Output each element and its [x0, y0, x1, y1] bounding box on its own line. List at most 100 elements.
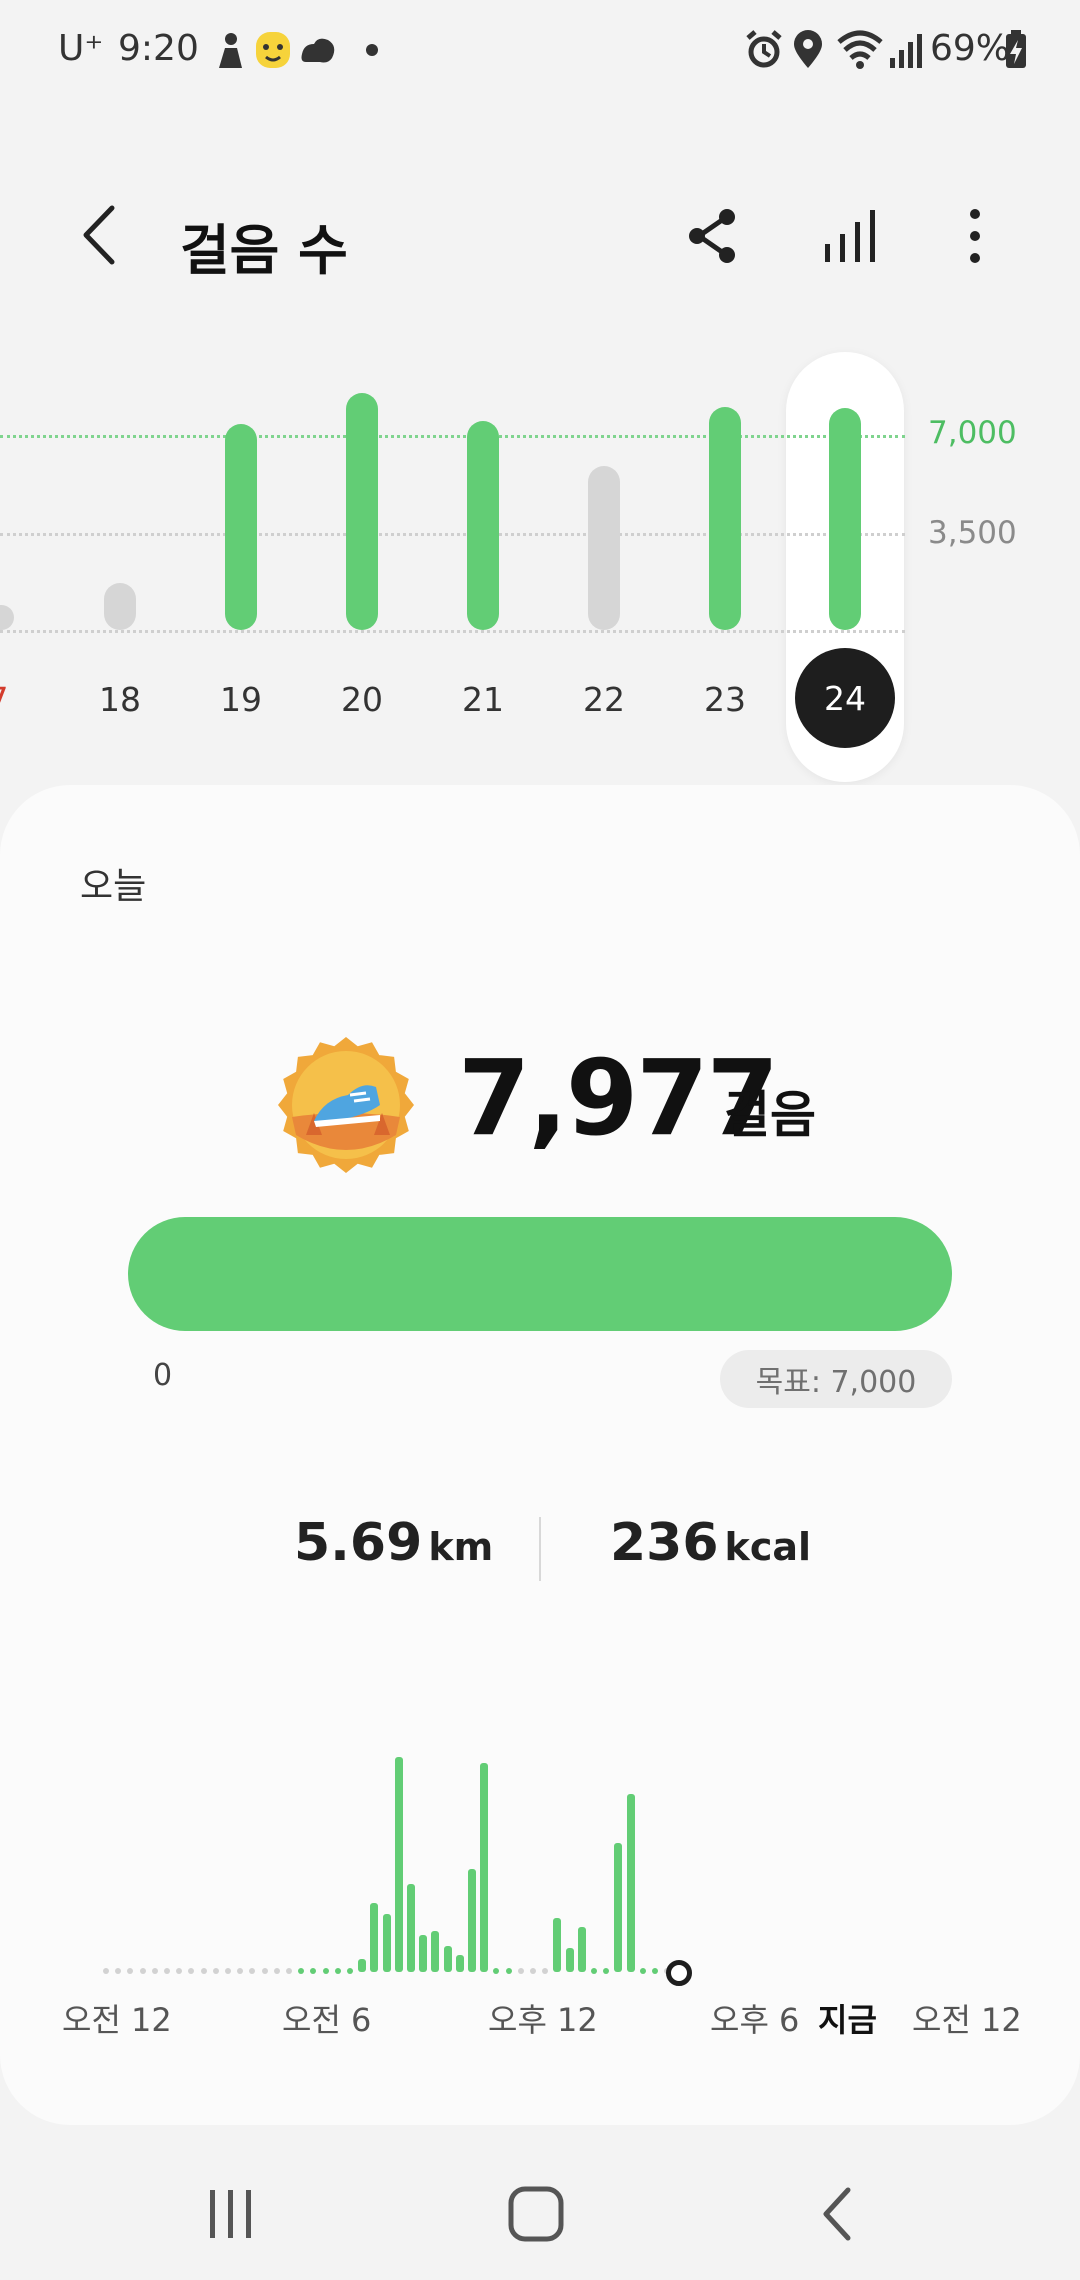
hourly-axis-label: 오전 12 [62, 2001, 172, 2039]
home-icon[interactable] [506, 2184, 566, 2244]
hourly-axis-label: 오후 6 [710, 2001, 800, 2039]
navigation-bar [0, 2150, 1080, 2280]
share-icon[interactable] [683, 206, 743, 266]
day-bar[interactable] [225, 423, 257, 630]
hourly-bar [468, 1868, 476, 1972]
base-gridline [0, 630, 905, 633]
hourly-dot [176, 1968, 183, 1974]
hourly-dot [298, 1968, 305, 1974]
hourly-bar [565, 1948, 574, 1972]
half-axis-label: 3,500 [928, 515, 1017, 551]
day-bar[interactable] [829, 407, 861, 630]
hourly-dot [151, 1968, 158, 1974]
hourly-dot [322, 1968, 329, 1974]
wifi-icon [837, 30, 883, 69]
hourly-dot [225, 1968, 231, 1974]
battery-percent: 69% [930, 28, 1011, 69]
day-label[interactable]: 7 [0, 680, 38, 719]
day-label[interactable]: 20 [322, 680, 402, 719]
hourly-bar [577, 1926, 586, 1972]
hourly-dot [164, 1968, 170, 1974]
emoji-icon [256, 32, 290, 68]
person-icon [219, 33, 242, 68]
day-label[interactable]: 19 [201, 680, 281, 719]
page-title: 걸음 수 [180, 219, 348, 282]
hourly-dot [517, 1968, 524, 1974]
hourly-bar [419, 1935, 428, 1972]
hourly-bar [626, 1793, 635, 1972]
cloud-icon [301, 38, 335, 63]
hourly-bar [358, 1959, 367, 1972]
half-gridline [0, 533, 905, 536]
hourly-dot [542, 1968, 549, 1974]
day-label[interactable]: 23 [685, 680, 765, 719]
hourly-dot [188, 1968, 195, 1974]
hourly-bar [407, 1883, 415, 1972]
day-bar[interactable] [467, 421, 499, 630]
hourly-axis-label: 지금 [818, 2001, 877, 2039]
hourly-dot [139, 1968, 146, 1974]
carrier-label: U⁺ [58, 28, 104, 69]
hourly-bar [443, 1946, 452, 1972]
hourly-bar [553, 1918, 562, 1972]
hourly-dot [310, 1968, 317, 1974]
hourly-bar [614, 1843, 623, 1972]
hourly-bar [455, 1954, 464, 1972]
alarm-icon [746, 30, 782, 68]
more-vertical-icon[interactable] [960, 206, 990, 266]
hourly-bar [394, 1757, 403, 1972]
back-icon[interactable] [70, 200, 130, 270]
day-bar[interactable] [588, 465, 620, 630]
hourly-dot [530, 1968, 536, 1974]
status-bar: U⁺ 9:20 69% [0, 0, 1080, 100]
day-label[interactable]: 21 [443, 680, 523, 719]
hourly-dot [237, 1968, 244, 1974]
hourly-axis-label: 오후 12 [488, 2001, 598, 2039]
hourly-dot [652, 1968, 658, 1974]
location-icon [794, 30, 822, 68]
hourly-axis-label: 오전 12 [912, 2001, 1022, 2039]
hourly-bar [480, 1763, 489, 1972]
hourly-dot [115, 1968, 122, 1974]
hourly-dot [103, 1968, 109, 1974]
goal-axis-label: 7,000 [928, 415, 1017, 451]
hourly-dot [334, 1968, 341, 1974]
hourly-dot [249, 1968, 256, 1974]
recent-apps-icon[interactable] [206, 2186, 256, 2242]
selected-day-marker[interactable]: 24 [795, 648, 895, 748]
hourly-bar [382, 1913, 391, 1972]
day-bar[interactable] [346, 393, 378, 630]
hourly-dot [200, 1968, 207, 1974]
hourly-dot [505, 1968, 512, 1974]
now-marker [666, 1960, 693, 1986]
day-bar[interactable] [104, 582, 136, 630]
dot-icon [366, 44, 378, 56]
day-label[interactable]: 18 [80, 680, 160, 719]
day-bar[interactable] [0, 604, 14, 630]
hourly-dot [591, 1968, 597, 1974]
hourly-dot [347, 1968, 353, 1974]
hourly-axis-label: 오전 6 [282, 2001, 372, 2039]
battery-charging-icon [1006, 30, 1026, 68]
hourly-dot [603, 1968, 610, 1974]
day-label[interactable]: 22 [564, 680, 644, 719]
signal-icon [890, 34, 922, 68]
today-card: 오늘 7,977 걸음 0 목표: 7,000 5.69 km 236 kcal 오… [0, 785, 1080, 2125]
hourly-dot [127, 1968, 134, 1974]
hourly-bar [370, 1903, 379, 1972]
hourly-dot [286, 1968, 292, 1974]
nav-back-icon[interactable] [814, 2186, 864, 2242]
hourly-dot [639, 1968, 646, 1974]
goal-gridline [0, 435, 905, 438]
hourly-steps-chart [0, 785, 1080, 2085]
status-time: 9:20 [118, 28, 199, 69]
app-header: 걸음 수 [0, 170, 1080, 300]
hourly-dot [261, 1968, 268, 1974]
hourly-bar [431, 1931, 440, 1972]
day-bar[interactable] [709, 407, 741, 630]
hourly-dot [493, 1968, 500, 1974]
hourly-dot [273, 1968, 280, 1974]
bar-chart-icon[interactable] [820, 206, 884, 266]
weekly-steps-chart: 7 18 19 20 21 22 23 24 7,000 3,500 [0, 330, 1080, 782]
hourly-dot [212, 1968, 219, 1974]
